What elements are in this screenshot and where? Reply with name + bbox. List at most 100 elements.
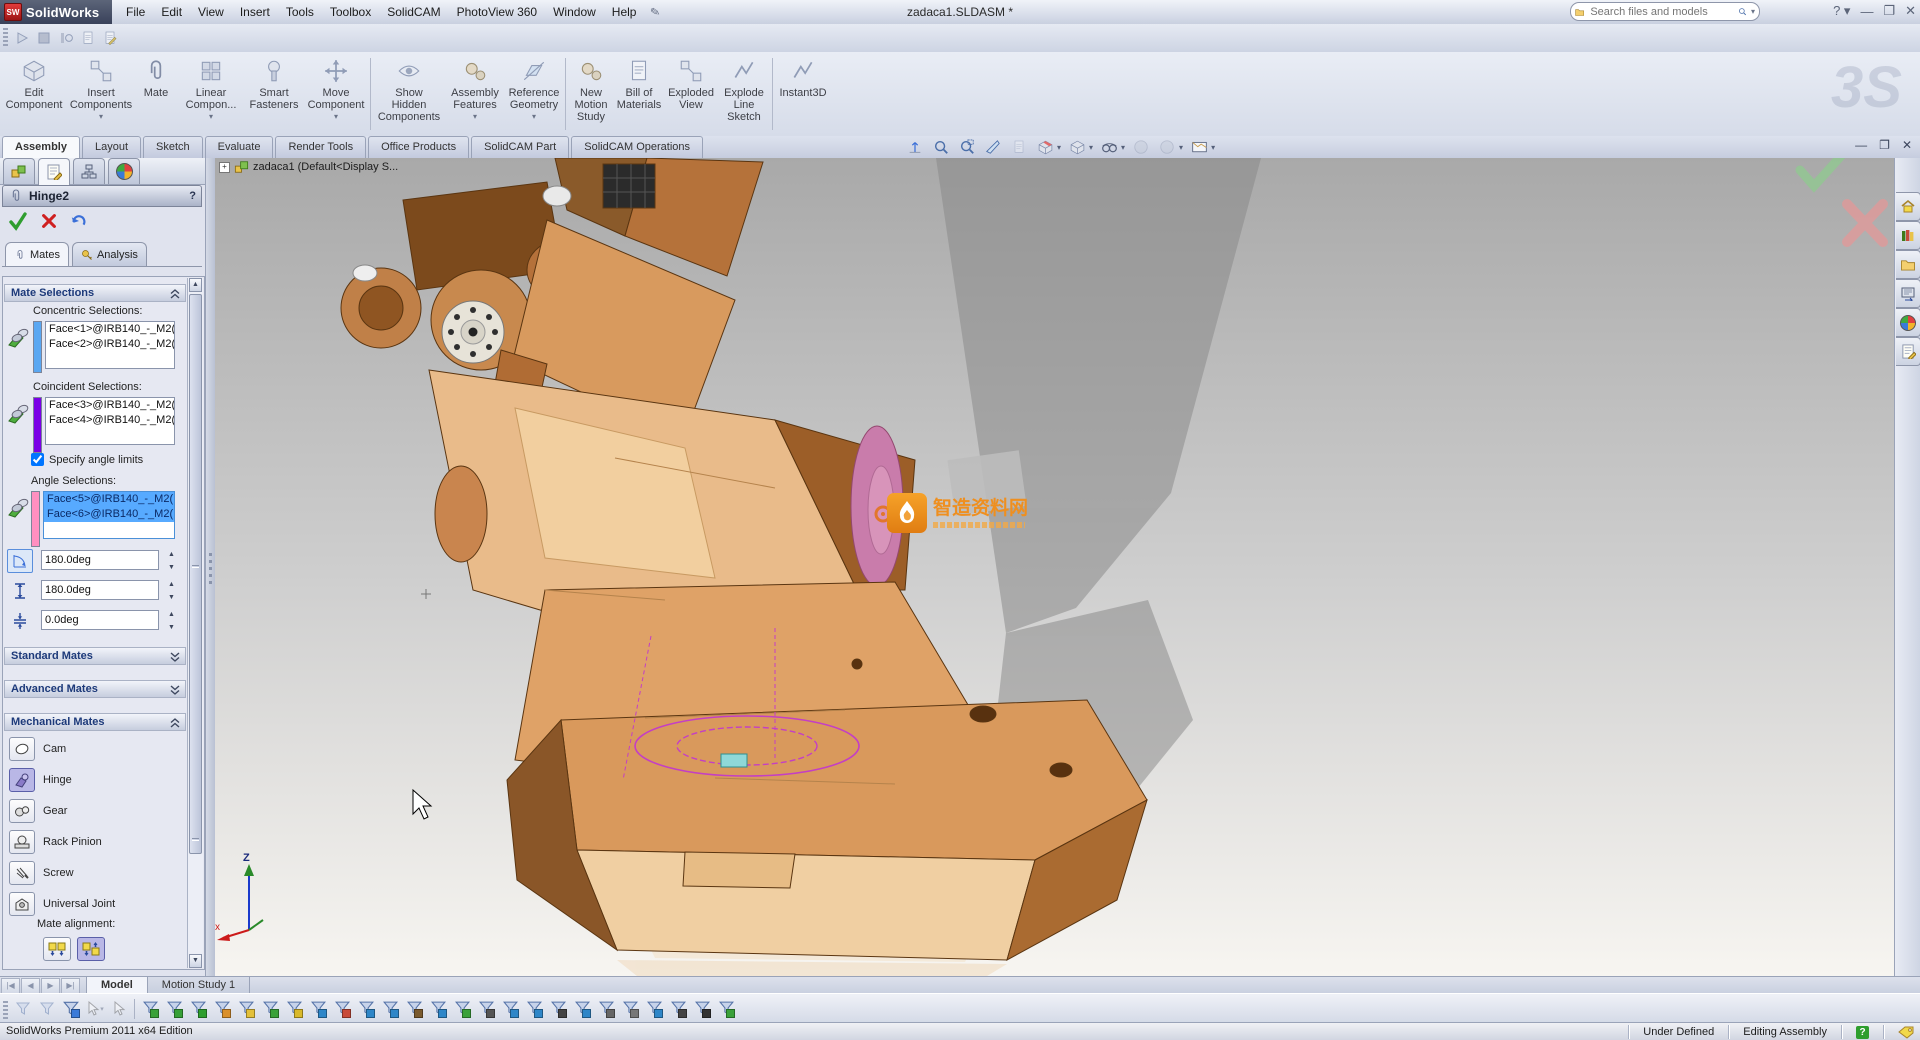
dropdown-arrow-icon[interactable]: ▾ [334, 113, 338, 121]
angle-input[interactable] [41, 550, 159, 570]
ok-button[interactable] [8, 211, 28, 231]
minimize-button[interactable]: — [1860, 4, 1873, 19]
toolbar-grip[interactable] [3, 1000, 8, 1021]
menu-insert[interactable]: Insert [232, 0, 278, 24]
section-view-icon[interactable] [983, 138, 1003, 156]
menu-photoview360[interactable]: PhotoView 360 [449, 0, 546, 24]
cancel-button[interactable] [40, 212, 58, 230]
tab-evaluate[interactable]: Evaluate [204, 136, 274, 158]
selection-filter-icon[interactable] [354, 998, 378, 1020]
toolbar-grip[interactable] [3, 28, 8, 48]
list-item-selected[interactable]: Face<6>@IRB140_-_M2( [44, 507, 174, 522]
tab-sketch[interactable]: Sketch [143, 136, 203, 158]
previous-view-icon[interactable] [1009, 138, 1029, 156]
selection-filter-icon[interactable] [186, 998, 210, 1020]
macro-stop-icon[interactable] [33, 27, 55, 49]
selection-filter-icon[interactable] [570, 998, 594, 1020]
dropdown-arrow-icon[interactable]: ▾ [532, 113, 536, 121]
panel-scrollbar[interactable]: ▲ ▼ [187, 278, 203, 968]
macro-run-icon[interactable] [11, 27, 33, 49]
macro-pause-icon[interactable] [55, 27, 77, 49]
group-mechanical-mates[interactable]: Mechanical Mates [4, 713, 186, 731]
mate-type-gear[interactable]: Gear [9, 797, 189, 825]
tab-configurationmanager[interactable] [73, 158, 105, 184]
cmd-show-hidden-components[interactable]: Show Hidden Components [373, 52, 445, 136]
group-mate-selections[interactable]: Mate Selections [4, 284, 186, 302]
menu-window[interactable]: Window [545, 0, 604, 24]
selection-filter-icon[interactable] [546, 998, 570, 1020]
scroll-down-arrow[interactable]: ▼ [189, 954, 202, 968]
selection-filter-icon[interactable] [162, 998, 186, 1020]
doc-minimize-button[interactable]: — [1855, 138, 1867, 152]
anti-aligned-button[interactable] [77, 937, 105, 961]
selection-filter-icon[interactable] [402, 998, 426, 1020]
tab-office-products[interactable]: Office Products [368, 136, 470, 158]
menu-help[interactable]: Help [604, 0, 645, 24]
tab-featuremanager[interactable] [3, 158, 35, 184]
selection-filter-icon[interactable] [474, 998, 498, 1020]
cmd-bill-of-materials[interactable]: Bill of Materials [614, 52, 664, 136]
list-item[interactable]: Face<3>@IRB140_-_M2( [46, 398, 174, 413]
hide-show-items-icon[interactable] [1099, 138, 1119, 156]
maximum-value-input[interactable] [41, 580, 159, 600]
view-orientation-icon[interactable] [1035, 138, 1055, 156]
cmd-exploded-view[interactable]: Exploded View [664, 52, 718, 136]
selection-filter-icon[interactable] [594, 998, 618, 1020]
selection-filter-icon[interactable] [138, 998, 162, 1020]
mate-type-rack-pinion[interactable]: Rack Pinion [9, 828, 189, 856]
undo-button[interactable] [70, 212, 88, 230]
selection-filter-icon[interactable] [330, 998, 354, 1020]
featuremanager-flyout[interactable]: + zadaca1 (Default<Display S... [219, 160, 398, 174]
dropdown-arrow-icon[interactable]: ▾ [473, 113, 477, 121]
selection-filter-icon[interactable] [282, 998, 306, 1020]
graphics-viewport[interactable]: Z x + zadaca1 (Default<Display S... 智造资料… [215, 158, 1894, 976]
restore-button[interactable]: ❐ [1883, 3, 1895, 19]
selection-filter-icon[interactable] [498, 998, 522, 1020]
doc-close-button[interactable]: ✕ [1902, 138, 1912, 152]
doc-restore-button[interactable]: ❐ [1879, 138, 1890, 152]
dropdown-arrow-icon[interactable]: ▾ [99, 113, 103, 121]
mate-type-hinge[interactable]: Hinge [9, 766, 189, 794]
expand-icon[interactable] [169, 651, 181, 663]
cmd-smart-fasteners[interactable]: Smart Fasteners [244, 52, 304, 136]
selection-filter-icon[interactable] [690, 998, 714, 1020]
scroll-up-arrow[interactable]: ▲ [189, 278, 202, 292]
zoom-to-area-icon[interactable] [957, 138, 977, 156]
selection-filter-icon[interactable] [666, 998, 690, 1020]
list-item-selected[interactable]: Face<5>@IRB140_-_M2( [44, 492, 174, 507]
minimum-value-input[interactable] [41, 610, 159, 630]
zoom-to-fit-icon[interactable] [905, 138, 925, 156]
mate-type-cam[interactable]: Cam [9, 735, 189, 763]
tab-layout[interactable]: Layout [81, 136, 142, 158]
dropdown-arrow-icon[interactable]: ▾ [1121, 143, 1125, 152]
specify-angle-limits-checkbox[interactable] [31, 453, 44, 466]
menu-toolbox[interactable]: Toolbox [322, 0, 379, 24]
dropdown-arrow-icon[interactable]: ▾ [1089, 143, 1093, 152]
tab-file-explorer[interactable] [1896, 250, 1920, 279]
selection-filter-icon[interactable] [210, 998, 234, 1020]
tab-propertymanager[interactable] [38, 158, 70, 185]
menu-tools[interactable]: Tools [278, 0, 322, 24]
aligned-button[interactable] [43, 937, 71, 961]
selection-filter-icon[interactable] [234, 998, 258, 1020]
dropdown-arrow-icon[interactable]: ▾ [1179, 143, 1183, 152]
cmd-insert-components[interactable]: Insert Components ▾ [68, 52, 134, 136]
cmd-assembly-features[interactable]: Assembly Features ▾ [445, 52, 505, 136]
assembly-tree-label[interactable]: zadaca1 (Default<Display S... [253, 161, 398, 173]
menu-file[interactable]: File [118, 0, 153, 24]
concentric-selection-list[interactable]: Face<1>@IRB140_-_M2( Face<2>@IRB140_-_M2… [45, 321, 175, 369]
confirm-cancel-icon[interactable] [1842, 199, 1888, 247]
edit-appearance-icon[interactable] [1131, 138, 1151, 156]
cmd-explode-line-sketch[interactable]: Explode Line Sketch [718, 52, 770, 136]
selection-filter-icon[interactable] [642, 998, 666, 1020]
tab-appearances-scenes[interactable] [1896, 308, 1920, 337]
help-menu-icon[interactable]: ? ▾ [1833, 3, 1850, 19]
selection-filter-icon[interactable] [258, 998, 282, 1020]
tab-view-palette[interactable] [1896, 279, 1920, 308]
mate-type-screw[interactable]: Screw [9, 859, 189, 887]
maximum-spinner[interactable]: ▲ ▼ [165, 579, 178, 603]
tab-model[interactable]: Model [86, 977, 148, 993]
quick-tips-icon[interactable]: ? [1856, 1025, 1869, 1039]
filter-toggle-icon[interactable] [11, 998, 35, 1020]
list-item[interactable]: Face<4>@IRB140_-_M2( [46, 413, 174, 428]
